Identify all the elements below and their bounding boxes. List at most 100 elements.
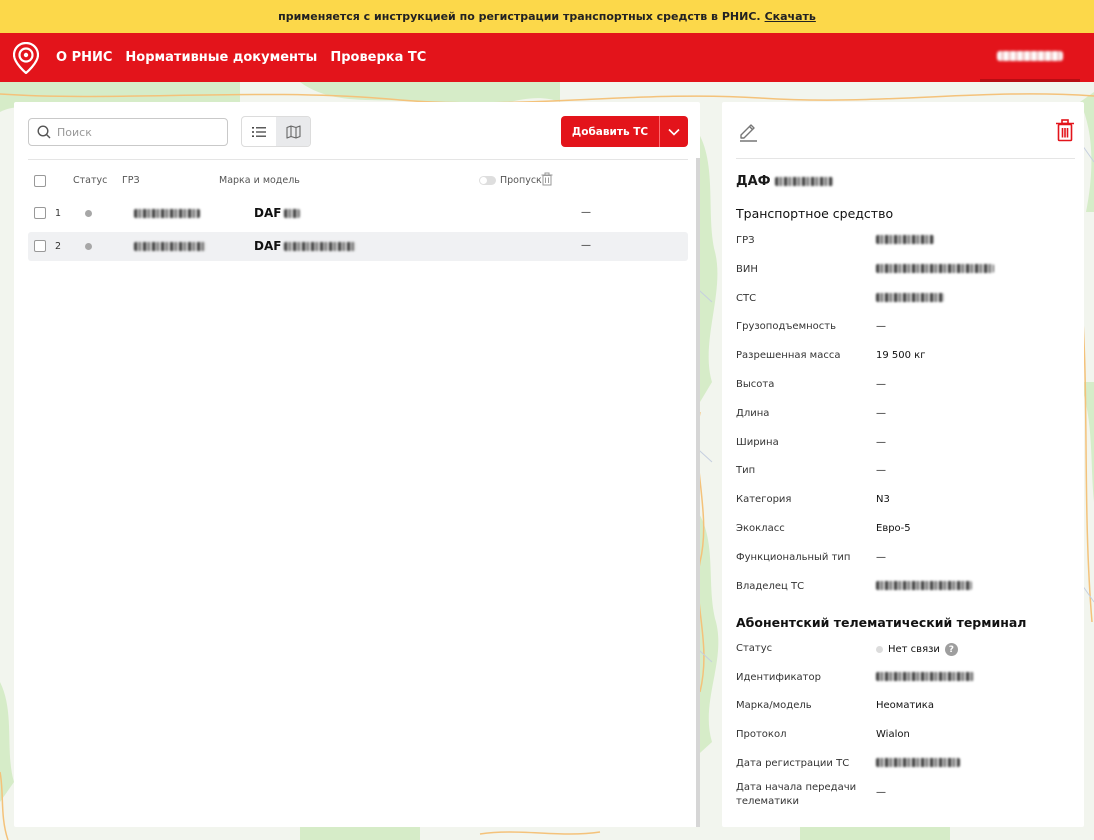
table-row[interactable]: 2 DAF —: [28, 232, 688, 261]
redacted-value: [876, 757, 960, 767]
property-value: —: [876, 436, 886, 448]
property-value: [876, 580, 972, 590]
list-scrollbar[interactable]: [696, 158, 700, 827]
property-value: [876, 263, 994, 273]
property-row: Экокласс Евро-5: [736, 523, 1066, 537]
property-row: Длина —: [736, 408, 1066, 422]
column-model[interactable]: Марка и модель: [219, 175, 300, 186]
search-input[interactable]: [57, 125, 207, 139]
property-label: ГРЗ: [736, 235, 755, 246]
redacted-value: [876, 235, 934, 244]
user-name-redacted: [997, 51, 1063, 61]
property-label: Тип: [736, 465, 756, 477]
terminal-section-title: Абонентский телематический терминал: [736, 615, 1027, 630]
property-row: Владелец ТС: [736, 580, 1066, 595]
vehicle-title-text: ДАФ: [736, 174, 771, 189]
search-box[interactable]: [28, 118, 228, 146]
property-label: Длина: [736, 407, 770, 419]
property-value: [876, 757, 960, 767]
list-view-button[interactable]: [242, 117, 276, 146]
nav-about-rnis[interactable]: О РНИС: [56, 50, 112, 65]
property-row: Разрешенная масса 19 500 кг: [736, 350, 1066, 364]
map-icon: [285, 124, 301, 139]
select-all-checkbox[interactable]: [34, 175, 46, 187]
help-icon[interactable]: ?: [944, 643, 958, 656]
model-name: DAF: [254, 206, 282, 220]
property-value: [876, 235, 934, 244]
property-value: 19 500 кг: [876, 350, 926, 362]
property-value: —: [876, 407, 886, 419]
property-value: Нет связи?: [876, 643, 958, 656]
column-pass[interactable]: Пропуск: [500, 175, 542, 186]
property-label: Экокласс: [736, 523, 785, 534]
rnis-logo-icon[interactable]: [13, 41, 39, 74]
property-label: Ширина: [736, 436, 779, 448]
property-value: [876, 671, 974, 681]
status-indicator: [85, 210, 92, 217]
edit-pencil-icon[interactable]: [738, 120, 758, 142]
nav-regulatory-documents[interactable]: Нормативные документы: [125, 50, 317, 65]
delete-trash-icon[interactable]: [1055, 119, 1075, 142]
property-row: Идентификатор: [736, 671, 1066, 686]
model-redacted: [284, 241, 357, 251]
vehicle-title: ДАФ: [736, 174, 833, 189]
row-checkbox[interactable]: [34, 207, 46, 219]
property-row: Статус Нет связи?: [736, 643, 1066, 657]
property-row: Ширина —: [736, 437, 1066, 451]
detail-divider: [736, 158, 1075, 159]
property-label: Владелец ТС: [736, 580, 805, 592]
property-value: Евро-5: [876, 523, 911, 534]
add-vehicle-dropdown[interactable]: [660, 128, 688, 136]
property-label: СТС: [736, 292, 757, 304]
property-value: [876, 292, 944, 302]
grz-redacted: [134, 242, 206, 251]
pass-value: —: [581, 240, 591, 251]
table-top-divider: [28, 159, 688, 160]
pass-toggle[interactable]: [479, 176, 496, 185]
vehicle-section-title: Транспортное средство: [736, 206, 894, 221]
property-value: —: [876, 321, 886, 333]
property-row: ВИН: [736, 263, 1066, 278]
property-row: Дата регистрации ТС: [736, 757, 1066, 772]
row-checkbox[interactable]: [34, 240, 46, 252]
property-row: СТС: [736, 292, 1066, 307]
vehicle-title-redacted: [774, 177, 833, 186]
chevron-down-icon: [668, 128, 680, 136]
add-vehicle-button[interactable]: Добавить ТС: [561, 116, 688, 147]
row-number: 2: [55, 241, 62, 252]
property-row: Категория N3: [736, 494, 1066, 508]
column-grz[interactable]: ГРЗ: [122, 175, 140, 186]
property-label: Высота: [736, 379, 775, 390]
search-icon: [37, 125, 51, 139]
redacted-value: [876, 671, 974, 681]
user-menu[interactable]: [980, 33, 1080, 82]
property-label: Дата начала передачи телематики: [736, 781, 857, 807]
property-label: Функциональный тип: [736, 551, 851, 563]
redacted-value: [876, 580, 972, 590]
property-label: Марка/модель: [736, 700, 812, 712]
property-row: Протокол Wialon: [736, 729, 1066, 743]
model-redacted: [284, 208, 301, 218]
pass-value: —: [581, 207, 591, 218]
property-label: Дата регистрации ТС: [736, 757, 850, 769]
nav-vehicle-check[interactable]: Проверка ТС: [330, 50, 426, 65]
row-number: 1: [55, 208, 62, 219]
top-nav-bar: О РНИС Нормативные документы Проверка ТС: [0, 33, 1094, 82]
property-label: Протокол: [736, 729, 787, 741]
column-status[interactable]: Статус: [73, 175, 107, 186]
map-view-button[interactable]: [276, 117, 310, 146]
download-link[interactable]: Скачать: [765, 10, 816, 23]
view-toggle: [241, 116, 311, 147]
status-indicator: [85, 243, 92, 250]
table-row[interactable]: 1 DAF —: [28, 199, 688, 228]
add-vehicle-label: Добавить ТС: [571, 125, 649, 138]
trash-icon[interactable]: [541, 172, 553, 186]
list-icon: [252, 126, 266, 137]
vehicle-detail-panel: ДАФ Транспортное средство ГРЗ ВИН СТС Грузо…: [722, 102, 1084, 827]
table-header: Статус ГРЗ Марка и модель Пропуск: [28, 172, 688, 190]
property-label: Категория: [736, 494, 792, 506]
property-label: Идентификатор: [736, 671, 821, 683]
property-value: —: [876, 379, 886, 390]
property-label: Статус: [736, 643, 773, 654]
banner-text: применяется с инструкцией по регистрации…: [278, 10, 761, 23]
